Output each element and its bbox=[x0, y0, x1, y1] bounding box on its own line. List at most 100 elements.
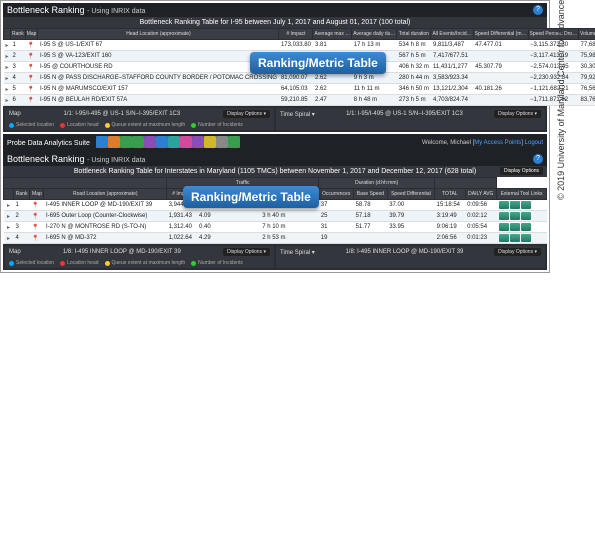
map2-footer: Selected location Location head Queue ex… bbox=[5, 258, 274, 268]
suite-app-btn[interactable] bbox=[216, 136, 228, 148]
panel2-table-title: Bottleneck Ranking Table for Interstates… bbox=[3, 166, 547, 177]
col-header[interactable]: Head Location (approximate) bbox=[38, 29, 279, 40]
expand-icon[interactable]: ▸ bbox=[4, 62, 11, 73]
panel-top: Bottleneck Ranking - Using INRIX data ? … bbox=[3, 3, 547, 132]
panel2-header: Bottleneck Ranking - Using INRIX data ? bbox=[3, 152, 547, 166]
col-header[interactable]: Average max … bbox=[313, 29, 352, 40]
suite-app-btn[interactable] bbox=[168, 136, 180, 148]
tool-link-btn[interactable] bbox=[499, 234, 509, 242]
table-row[interactable]: ▸3📍I-270 N @ MONTROSE RD (S-TO-N)1,312.4… bbox=[4, 222, 547, 233]
tool-link-btn[interactable] bbox=[499, 201, 509, 209]
col-header[interactable]: Rank bbox=[11, 29, 26, 40]
logout-link[interactable]: Logout bbox=[525, 140, 543, 146]
map-pin-icon[interactable]: 📍 bbox=[30, 233, 44, 244]
expand-icon[interactable]: ▸ bbox=[4, 51, 11, 62]
panel1-header: Bottleneck Ranking - Using INRIX data ? bbox=[3, 3, 547, 17]
tool-link-btn[interactable] bbox=[499, 223, 509, 231]
table-row[interactable]: ▸2📍I-695 Outer Loop (Counter-Clockwise)1… bbox=[4, 211, 547, 222]
tool-link-btn[interactable] bbox=[521, 234, 531, 242]
table-row[interactable]: ▸6📍I-95 N @ BEULAH RD/EXIT 57A59,210.852… bbox=[4, 95, 595, 106]
suite-app-btn[interactable] bbox=[144, 136, 156, 148]
col-header[interactable]: All Events/Incid… bbox=[431, 29, 473, 40]
map-pin-icon[interactable]: 📍 bbox=[25, 40, 38, 51]
tool-link-btn[interactable] bbox=[510, 201, 520, 209]
expand-icon[interactable]: ▸ bbox=[4, 84, 11, 95]
help-icon[interactable]: ? bbox=[533, 5, 543, 15]
tool-link-btn[interactable] bbox=[499, 212, 509, 220]
col-header[interactable]: Average daily du… bbox=[352, 29, 397, 40]
map-pin-icon[interactable]: 📍 bbox=[25, 95, 38, 106]
col-header[interactable]: DAILY AVG bbox=[465, 189, 496, 200]
col-header[interactable]: TOTAL bbox=[435, 189, 465, 200]
map-pin-icon[interactable]: 📍 bbox=[25, 73, 38, 84]
suite-app-btn[interactable] bbox=[156, 136, 168, 148]
tool-link-btn[interactable] bbox=[521, 223, 531, 231]
expand-icon[interactable]: ▸ bbox=[4, 200, 14, 211]
suite-app-btn[interactable] bbox=[132, 136, 144, 148]
suite-app-btn[interactable] bbox=[120, 136, 132, 148]
tool-link-btn[interactable] bbox=[510, 212, 520, 220]
map-pin-icon[interactable]: 📍 bbox=[25, 84, 38, 95]
col-header[interactable]: Rank bbox=[14, 189, 30, 200]
access-points-link[interactable]: My Access Points bbox=[474, 140, 521, 146]
map-pin-icon[interactable]: 📍 bbox=[25, 51, 38, 62]
tool-link-btn[interactable] bbox=[521, 201, 531, 209]
panel1-subtitle: - Using INRIX data bbox=[87, 8, 145, 15]
credit-text: © 2019 University of Maryland Center for… bbox=[556, 0, 566, 200]
display-options-btn[interactable]: Display Options ▾ bbox=[223, 248, 270, 256]
col-header[interactable]: Occurrences bbox=[319, 189, 354, 200]
col-header[interactable]: Map bbox=[25, 29, 38, 40]
suite-app-btn[interactable] bbox=[96, 136, 108, 148]
table-row[interactable]: ▸1📍I-95 S @ US-1/EXIT 67173,033.803.8117… bbox=[4, 40, 595, 51]
map2-header: Map 1/8: I-495 INNER LOOP @ MD-190/EXIT … bbox=[5, 246, 274, 258]
expand-icon[interactable]: ▸ bbox=[4, 73, 11, 84]
map-pin-icon[interactable]: 📍 bbox=[30, 200, 44, 211]
map1-header: Map 1/1: I-95/I-495 @ US-1 S/N–I-395/EXI… bbox=[5, 108, 274, 120]
panel1-title: Bottleneck Ranking bbox=[7, 5, 85, 15]
col-header[interactable]: # Impact bbox=[279, 29, 313, 40]
spiral1-hdrtext: 1/1: I-95/I-495 @ US-1 S/N–I-395/EXIT 1C… bbox=[346, 111, 463, 117]
expand-icon[interactable]: ▸ bbox=[4, 40, 11, 51]
help-icon[interactable]: ? bbox=[533, 154, 543, 164]
expand-icon[interactable]: ▸ bbox=[4, 211, 14, 222]
map2-hdrtext: 1/8: I-495 INNER LOOP @ MD-190/EXIT 39 bbox=[63, 249, 181, 255]
map1-footer: Selected location Location head Queue ex… bbox=[5, 120, 274, 130]
display-options-btn[interactable]: Display Options ▾ bbox=[223, 110, 270, 118]
callout-ranking-1: Ranking/Metric Table bbox=[250, 52, 386, 74]
suite-app-btn[interactable] bbox=[180, 136, 192, 148]
col-header[interactable]: Map bbox=[30, 189, 44, 200]
suite-app-btn[interactable] bbox=[204, 136, 216, 148]
tool-link-btn[interactable] bbox=[510, 234, 520, 242]
spiral2-hdrtext: 1/8: I-495 INNER LOOP @ MD-190/EXIT 39 bbox=[345, 249, 463, 255]
display-options-btn[interactable]: Display Options ▾ bbox=[494, 110, 541, 118]
suite-app-btn[interactable] bbox=[192, 136, 204, 148]
suite-app-btn[interactable] bbox=[228, 136, 240, 148]
spiral2-header: Time Spiral ▾ 1/8: I-495 INNER LOOP @ MD… bbox=[276, 246, 545, 258]
panel2-title: Bottleneck Ranking bbox=[7, 154, 85, 164]
col-header[interactable]: Speed Differential (m… bbox=[473, 29, 528, 40]
col-header[interactable]: Volume Estimate bbox=[579, 29, 595, 40]
col-header[interactable]: Road Location (approximate) bbox=[44, 189, 167, 200]
table-row[interactable]: ▸4📍I-695 N @ MD-3721,022.644.292 h 53 m1… bbox=[4, 233, 547, 244]
map1-hdrtext: 1/1: I-95/I-495 @ US-1 S/N–I-395/EXIT 1C… bbox=[64, 111, 181, 117]
map-pin-icon[interactable]: 📍 bbox=[25, 62, 38, 73]
col-header[interactable]: Total duration bbox=[397, 29, 431, 40]
display-options-btn[interactable]: Display Options ▾ bbox=[494, 248, 541, 256]
tool-link-btn[interactable] bbox=[510, 223, 520, 231]
map-pin-icon[interactable]: 📍 bbox=[30, 222, 44, 233]
col-header[interactable]: Speed Percent Dro… bbox=[528, 29, 579, 40]
table-row[interactable]: ▸4📍I-95 N @ PASS DISCHARGE–STAFFORD COUN… bbox=[4, 73, 595, 84]
expand-icon[interactable]: ▸ bbox=[4, 233, 14, 244]
map-pin-icon[interactable]: 📍 bbox=[30, 211, 44, 222]
display-options-btn[interactable]: Display Options bbox=[500, 167, 543, 175]
tool-link-btn[interactable] bbox=[521, 212, 531, 220]
panel2-subtitle: - Using INRIX data bbox=[87, 157, 145, 164]
suite-app-btn[interactable] bbox=[108, 136, 120, 148]
col-header[interactable]: Base Speed bbox=[354, 189, 388, 200]
table-row[interactable]: ▸5📍I-95 N @ MARUMSCO/EXIT 15764,105.032.… bbox=[4, 84, 595, 95]
expand-icon[interactable]: ▸ bbox=[4, 222, 14, 233]
expand-icon[interactable]: ▸ bbox=[4, 95, 11, 106]
suite-toolbar: Probe Data Analytics Suite Welcome, Mich… bbox=[3, 134, 547, 152]
col-header[interactable]: Speed Differential bbox=[387, 189, 434, 200]
col-header[interactable]: External Tool Links bbox=[497, 189, 547, 200]
